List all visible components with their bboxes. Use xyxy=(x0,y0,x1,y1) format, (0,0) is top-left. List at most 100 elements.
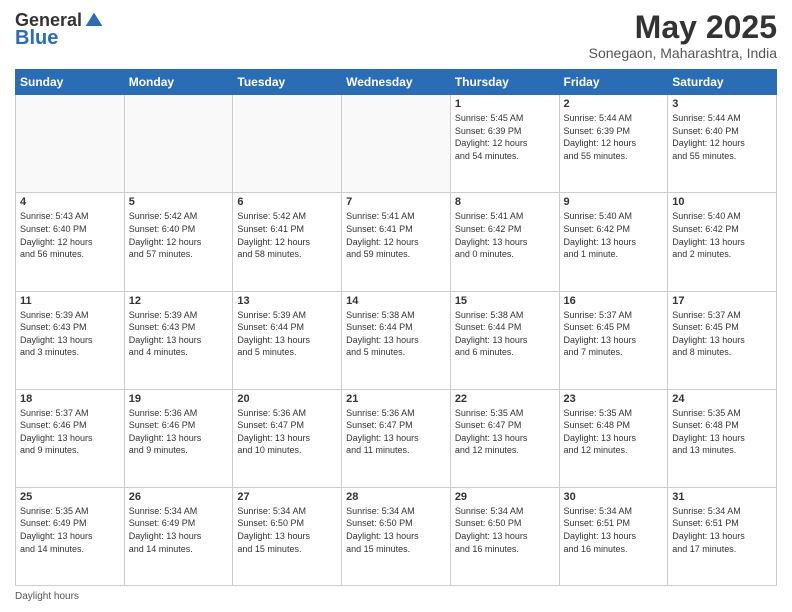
day-number: 27 xyxy=(237,491,337,503)
day-number: 10 xyxy=(672,196,772,208)
calendar-cell: 21 Sunrise: 5:36 AM Sunset: 6:47 PM Dayli… xyxy=(342,389,451,487)
calendar-day-header-thursday: Thursday xyxy=(450,70,559,95)
day-info: Sunrise: 5:35 AM Sunset: 6:48 PM Dayligh… xyxy=(564,407,664,457)
calendar-day-header-monday: Monday xyxy=(124,70,233,95)
day-info: Sunrise: 5:44 AM Sunset: 6:40 PM Dayligh… xyxy=(672,112,772,162)
day-info: Sunrise: 5:36 AM Sunset: 6:46 PM Dayligh… xyxy=(129,407,229,457)
day-number: 2 xyxy=(564,98,664,110)
day-info: Sunrise: 5:37 AM Sunset: 6:45 PM Dayligh… xyxy=(564,309,664,359)
calendar-cell: 19 Sunrise: 5:36 AM Sunset: 6:46 PM Dayli… xyxy=(124,389,233,487)
day-number: 20 xyxy=(237,393,337,405)
day-number: 15 xyxy=(455,295,555,307)
logo: General Blue xyxy=(15,10,104,50)
logo-blue-text: Blue xyxy=(15,27,58,50)
calendar-cell: 7 Sunrise: 5:41 AM Sunset: 6:41 PM Daylig… xyxy=(342,193,451,291)
day-info: Sunrise: 5:41 AM Sunset: 6:42 PM Dayligh… xyxy=(455,210,555,260)
calendar-cell: 13 Sunrise: 5:39 AM Sunset: 6:44 PM Dayli… xyxy=(233,291,342,389)
day-info: Sunrise: 5:37 AM Sunset: 6:45 PM Dayligh… xyxy=(672,309,772,359)
day-number: 29 xyxy=(455,491,555,503)
day-number: 31 xyxy=(672,491,772,503)
day-number: 9 xyxy=(564,196,664,208)
day-info: Sunrise: 5:39 AM Sunset: 6:44 PM Dayligh… xyxy=(237,309,337,359)
day-info: Sunrise: 5:38 AM Sunset: 6:44 PM Dayligh… xyxy=(455,309,555,359)
calendar-day-header-saturday: Saturday xyxy=(668,70,777,95)
footer: Daylight hours xyxy=(15,591,777,602)
day-info: Sunrise: 5:39 AM Sunset: 6:43 PM Dayligh… xyxy=(129,309,229,359)
day-info: Sunrise: 5:39 AM Sunset: 6:43 PM Dayligh… xyxy=(20,309,120,359)
day-number: 28 xyxy=(346,491,446,503)
calendar-week-row: 11 Sunrise: 5:39 AM Sunset: 6:43 PM Dayli… xyxy=(16,291,777,389)
day-number: 3 xyxy=(672,98,772,110)
daylight-hours-label: Daylight hours xyxy=(15,591,79,602)
calendar-cell: 24 Sunrise: 5:35 AM Sunset: 6:48 PM Dayli… xyxy=(668,389,777,487)
calendar-day-header-tuesday: Tuesday xyxy=(233,70,342,95)
day-number: 5 xyxy=(129,196,229,208)
calendar-cell xyxy=(233,95,342,193)
calendar-cell: 22 Sunrise: 5:35 AM Sunset: 6:47 PM Dayli… xyxy=(450,389,559,487)
day-info: Sunrise: 5:34 AM Sunset: 6:50 PM Dayligh… xyxy=(237,505,337,555)
day-number: 21 xyxy=(346,393,446,405)
day-number: 22 xyxy=(455,393,555,405)
day-number: 16 xyxy=(564,295,664,307)
day-info: Sunrise: 5:40 AM Sunset: 6:42 PM Dayligh… xyxy=(672,210,772,260)
day-info: Sunrise: 5:34 AM Sunset: 6:49 PM Dayligh… xyxy=(129,505,229,555)
day-number: 19 xyxy=(129,393,229,405)
calendar-cell xyxy=(342,95,451,193)
calendar-cell: 15 Sunrise: 5:38 AM Sunset: 6:44 PM Dayli… xyxy=(450,291,559,389)
calendar-cell: 25Sunrise: 5:35 AM Sunset: 6:49 PM Dayli… xyxy=(16,487,125,585)
calendar-cell: 1Sunrise: 5:45 AM Sunset: 6:39 PM Daylig… xyxy=(450,95,559,193)
calendar-cell: 12Sunrise: 5:39 AM Sunset: 6:43 PM Dayli… xyxy=(124,291,233,389)
day-number: 30 xyxy=(564,491,664,503)
calendar-cell: 29 Sunrise: 5:34 AM Sunset: 6:50 PM Dayli… xyxy=(450,487,559,585)
day-number: 18 xyxy=(20,393,120,405)
day-info: Sunrise: 5:34 AM Sunset: 6:51 PM Dayligh… xyxy=(672,505,772,555)
page: General Blue May 2025 Sonegaon, Maharash… xyxy=(0,0,792,612)
day-number: 13 xyxy=(237,295,337,307)
calendar-cell: 6Sunrise: 5:42 AM Sunset: 6:41 PM Daylig… xyxy=(233,193,342,291)
calendar-cell: 3 Sunrise: 5:44 AM Sunset: 6:40 PM Daylig… xyxy=(668,95,777,193)
day-info: Sunrise: 5:45 AM Sunset: 6:39 PM Dayligh… xyxy=(455,112,555,162)
calendar-cell: 14 Sunrise: 5:38 AM Sunset: 6:44 PM Dayli… xyxy=(342,291,451,389)
month-year-title: May 2025 xyxy=(589,10,777,45)
day-number: 6 xyxy=(237,196,337,208)
day-number: 25 xyxy=(20,491,120,503)
calendar-cell: 28Sunrise: 5:34 AM Sunset: 6:50 PM Dayli… xyxy=(342,487,451,585)
calendar-week-row: 1Sunrise: 5:45 AM Sunset: 6:39 PM Daylig… xyxy=(16,95,777,193)
day-info: Sunrise: 5:35 AM Sunset: 6:48 PM Dayligh… xyxy=(672,407,772,457)
day-info: Sunrise: 5:36 AM Sunset: 6:47 PM Dayligh… xyxy=(237,407,337,457)
calendar-cell: 17 Sunrise: 5:37 AM Sunset: 6:45 PM Dayli… xyxy=(668,291,777,389)
header: General Blue May 2025 Sonegaon, Maharash… xyxy=(15,10,777,61)
calendar-cell: 4Sunrise: 5:43 AM Sunset: 6:40 PM Daylig… xyxy=(16,193,125,291)
day-info: Sunrise: 5:38 AM Sunset: 6:44 PM Dayligh… xyxy=(346,309,446,359)
day-number: 23 xyxy=(564,393,664,405)
day-info: Sunrise: 5:41 AM Sunset: 6:41 PM Dayligh… xyxy=(346,210,446,260)
calendar-cell xyxy=(124,95,233,193)
calendar-cell: 27 Sunrise: 5:34 AM Sunset: 6:50 PM Dayli… xyxy=(233,487,342,585)
day-number: 7 xyxy=(346,196,446,208)
calendar-cell: 31 Sunrise: 5:34 AM Sunset: 6:51 PM Dayli… xyxy=(668,487,777,585)
calendar-header-row: SundayMondayTuesdayWednesdayThursdayFrid… xyxy=(16,70,777,95)
day-number: 17 xyxy=(672,295,772,307)
calendar-day-header-wednesday: Wednesday xyxy=(342,70,451,95)
day-number: 24 xyxy=(672,393,772,405)
day-number: 4 xyxy=(20,196,120,208)
day-info: Sunrise: 5:35 AM Sunset: 6:47 PM Dayligh… xyxy=(455,407,555,457)
calendar-cell: 20 Sunrise: 5:36 AM Sunset: 6:47 PM Dayli… xyxy=(233,389,342,487)
day-number: 8 xyxy=(455,196,555,208)
calendar-week-row: 25Sunrise: 5:35 AM Sunset: 6:49 PM Dayli… xyxy=(16,487,777,585)
day-info: Sunrise: 5:34 AM Sunset: 6:51 PM Dayligh… xyxy=(564,505,664,555)
logo-icon xyxy=(84,11,104,31)
day-number: 26 xyxy=(129,491,229,503)
calendar-week-row: 18Sunrise: 5:37 AM Sunset: 6:46 PM Dayli… xyxy=(16,389,777,487)
calendar-cell: 10 Sunrise: 5:40 AM Sunset: 6:42 PM Dayli… xyxy=(668,193,777,291)
calendar-cell: 5Sunrise: 5:42 AM Sunset: 6:40 PM Daylig… xyxy=(124,193,233,291)
calendar-cell: 8 Sunrise: 5:41 AM Sunset: 6:42 PM Daylig… xyxy=(450,193,559,291)
title-section: May 2025 Sonegaon, Maharashtra, India xyxy=(589,10,777,61)
calendar-day-header-friday: Friday xyxy=(559,70,668,95)
day-number: 11 xyxy=(20,295,120,307)
day-info: Sunrise: 5:44 AM Sunset: 6:39 PM Dayligh… xyxy=(564,112,664,162)
day-info: Sunrise: 5:36 AM Sunset: 6:47 PM Dayligh… xyxy=(346,407,446,457)
day-number: 14 xyxy=(346,295,446,307)
calendar-cell: 9Sunrise: 5:40 AM Sunset: 6:42 PM Daylig… xyxy=(559,193,668,291)
day-info: Sunrise: 5:34 AM Sunset: 6:50 PM Dayligh… xyxy=(455,505,555,555)
